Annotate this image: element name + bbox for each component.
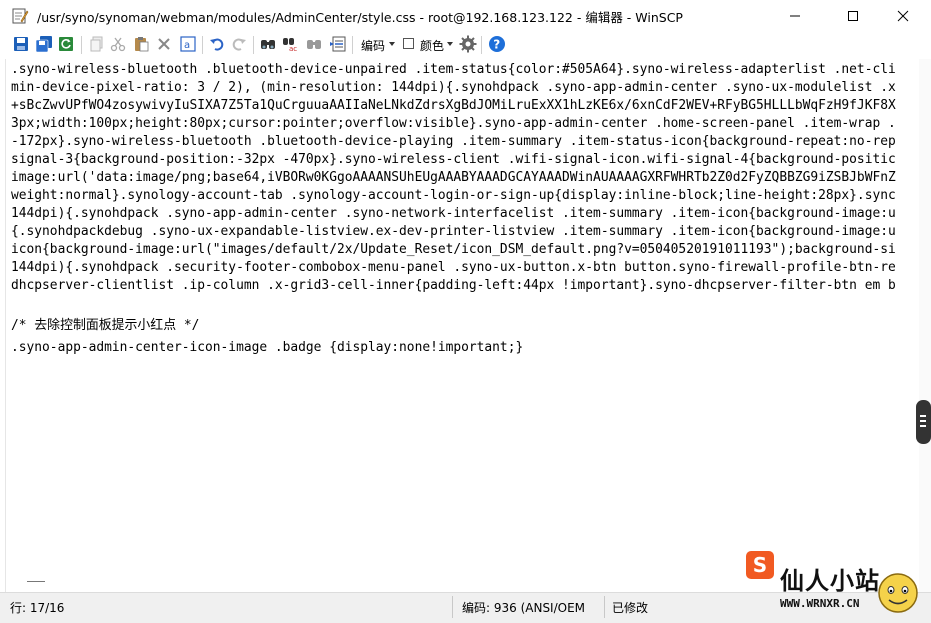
code-line: .syno-app-admin-center-icon-image .badge…	[11, 340, 524, 355]
cut-button[interactable]	[108, 34, 128, 54]
svg-text:a: a	[184, 40, 190, 51]
encoding-dropdown[interactable]: 编码	[361, 37, 385, 54]
modified-status: 已修改	[612, 601, 649, 615]
minimize-button[interactable]	[772, 0, 818, 31]
undo-icon	[210, 38, 224, 51]
code-line: .syno-wireless-bluetooth .bluetooth-devi…	[11, 62, 896, 77]
code-line: signal-3{background-position:-32px -470p…	[11, 152, 896, 167]
find-next-icon	[307, 40, 321, 49]
color-checkbox[interactable]	[403, 38, 414, 49]
find-next-button[interactable]	[304, 34, 324, 54]
maximize-button[interactable]	[830, 0, 876, 31]
select-all-icon: a	[180, 36, 196, 52]
cartoon-face-icon	[878, 573, 918, 613]
select-all-button[interactable]: a	[178, 34, 198, 54]
save-icon	[14, 37, 28, 51]
replace-button[interactable]: ac	[281, 34, 301, 54]
close-icon	[897, 10, 909, 21]
code-line: min-device-pixel-ratio: 3 / 2), (min-res…	[11, 80, 896, 95]
settings-icon	[459, 35, 477, 53]
delete-icon	[158, 38, 170, 50]
color-dropdown-arrow-icon[interactable]	[447, 42, 453, 46]
encoding-dropdown-arrow-icon[interactable]	[389, 42, 395, 46]
code-line: +sBcZwvUPfWO4zosywivyIuSIXA7Z5Ta1QuCrguu…	[11, 98, 896, 113]
cursor-position: 行: 17/16	[10, 601, 65, 615]
watermark-url: WWW.WRNXR.CN	[780, 597, 860, 610]
color-dropdown[interactable]: 颜色	[420, 37, 444, 54]
goto-line-button[interactable]	[328, 34, 348, 54]
undo-button[interactable]	[207, 34, 227, 54]
code-line: dhcpserver-clientlist .ip-column .x-grid…	[11, 278, 896, 293]
divider	[27, 581, 45, 582]
paste-icon	[135, 37, 149, 52]
copy-icon	[90, 36, 103, 52]
help-icon: ?	[489, 36, 505, 52]
window-title: /usr/syno/synoman/webman/modules/AdminCe…	[37, 10, 683, 25]
save-all-button[interactable]	[34, 34, 54, 54]
svg-text:?: ?	[493, 38, 500, 52]
minimize-icon	[790, 15, 800, 16]
close-button[interactable]	[880, 0, 926, 31]
goto-line-icon	[330, 36, 346, 52]
maximize-icon	[848, 10, 858, 21]
redo-icon	[232, 38, 246, 51]
scrollbar-thumb[interactable]	[916, 400, 931, 444]
code-line: {.synohdpackdebug .syno-ux-expandable-li…	[11, 224, 896, 239]
replace-icon: ac	[283, 38, 297, 52]
redo-button[interactable]	[229, 34, 249, 54]
find-button[interactable]	[258, 34, 278, 54]
svg-text:ac: ac	[289, 45, 297, 52]
text-editor[interactable]: .syno-wireless-bluetooth .bluetooth-devi…	[6, 59, 919, 592]
code-line: weight:normal}.synology-account-tab .syn…	[11, 188, 896, 203]
code-line: image:url('data:image/png;base64,iVBORw0…	[11, 170, 896, 185]
cut-icon	[110, 37, 126, 52]
code-line: 144dpi){.synohdpack .security-footer-com…	[11, 260, 896, 275]
vertical-scrollbar[interactable]	[919, 59, 931, 592]
reload-button[interactable]	[56, 34, 76, 54]
paste-button[interactable]	[131, 34, 151, 54]
save-all-icon	[35, 36, 52, 52]
reload-icon	[59, 37, 73, 51]
find-icon	[261, 40, 275, 49]
editor-app-icon	[12, 8, 29, 24]
code-line: -172px}.syno-wireless-bluetooth .bluetoo…	[11, 134, 896, 149]
code-comment-line: /* 去除控制面板提示小红点 */	[11, 318, 200, 333]
copy-button[interactable]	[87, 34, 107, 54]
save-button[interactable]	[11, 34, 31, 54]
settings-button[interactable]	[458, 34, 478, 54]
watermark: S 仙人小站 WWW.WRNXR.CN	[746, 551, 926, 617]
watermark-logo: S	[746, 551, 774, 579]
title-bar: /usr/syno/synoman/webman/modules/AdminCe…	[0, 0, 931, 31]
watermark-title: 仙人小站	[780, 567, 880, 595]
code-line: 144dpi){.synohdpack .syno-app-admin-cent…	[11, 206, 896, 221]
code-line: icon{background-image:url("images/defaul…	[11, 242, 896, 257]
help-button[interactable]: ?	[487, 34, 507, 54]
code-line: 3px;width:100px;height:80px;cursor:point…	[11, 116, 896, 131]
delete-button[interactable]	[154, 34, 174, 54]
encoding-status: 编码: 936 (ANSI/OEM	[462, 601, 586, 615]
